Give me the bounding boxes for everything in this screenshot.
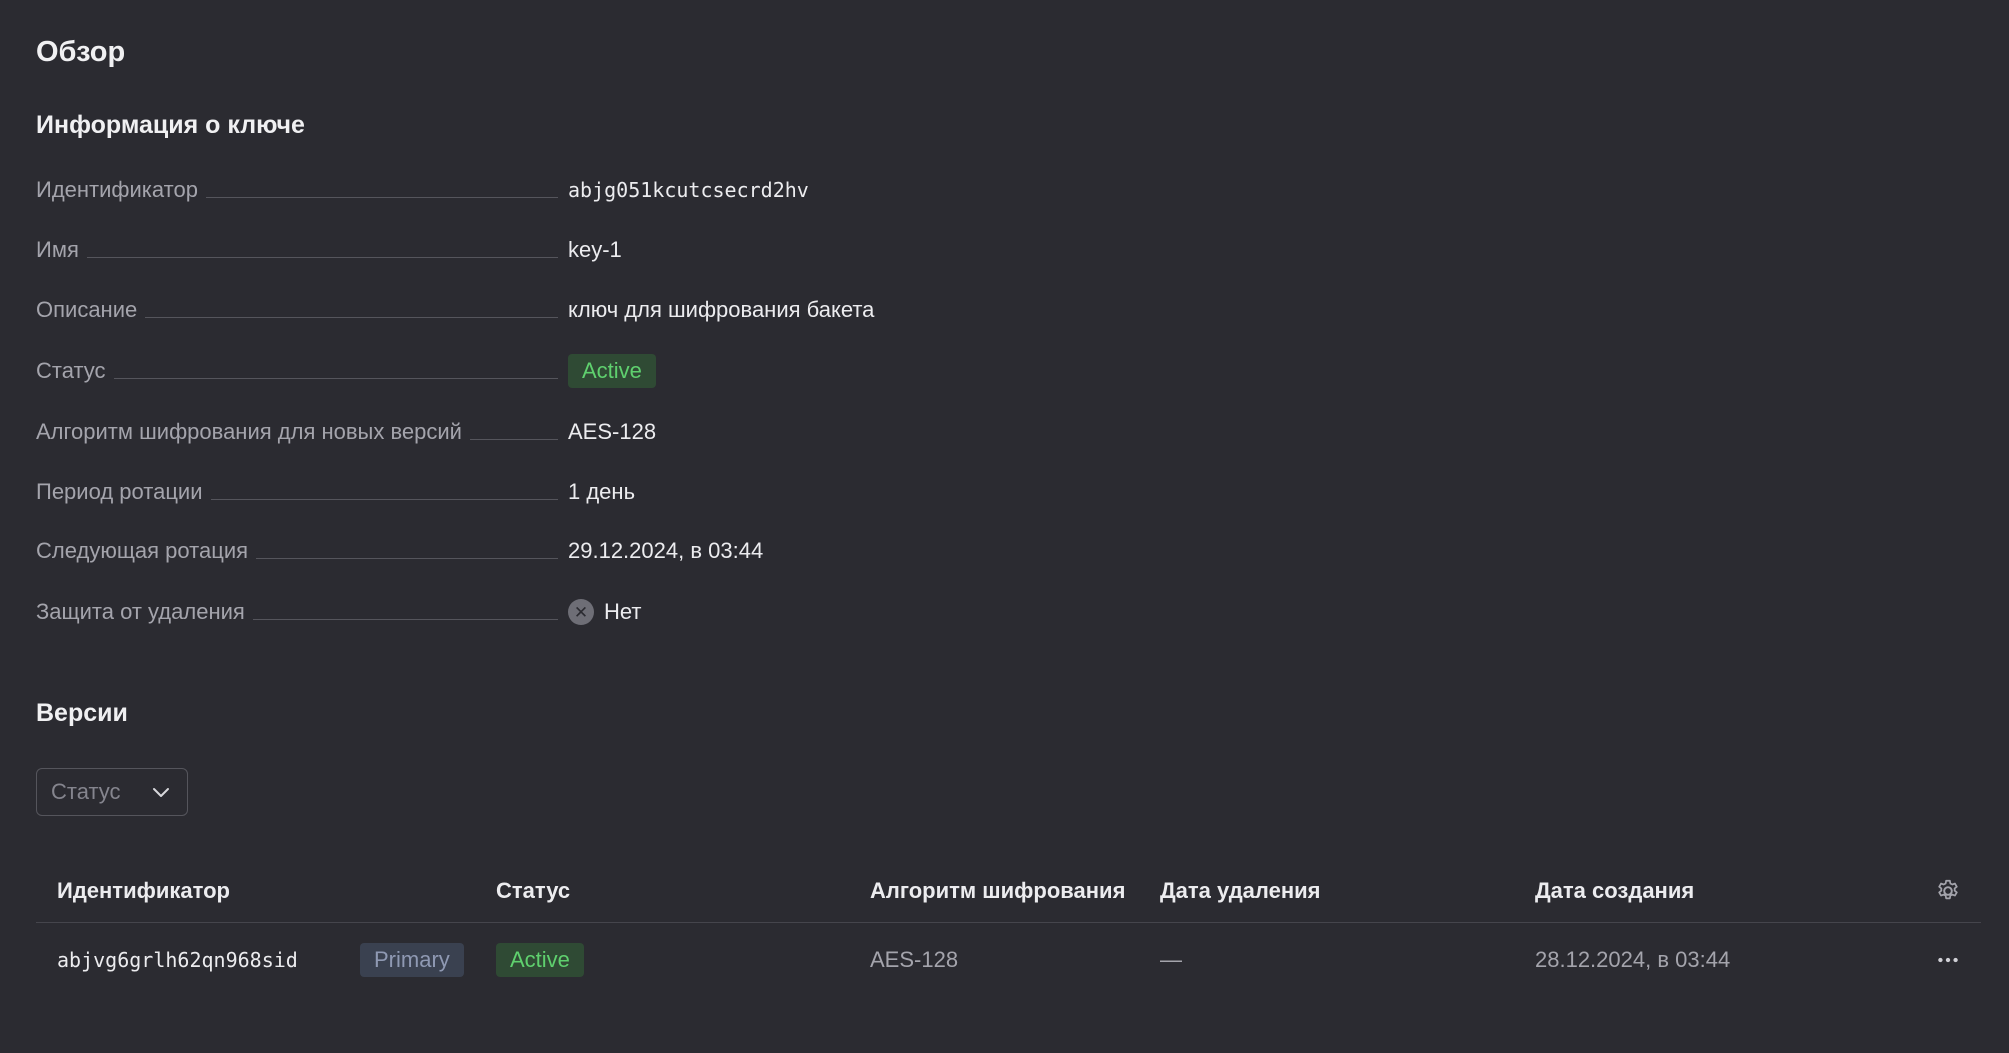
leader-line [205, 196, 558, 198]
version-algorithm: AES-128 [870, 947, 959, 972]
leader-line [210, 498, 558, 500]
key-algorithm-value: AES-128 [568, 419, 657, 444]
key-description-value: ключ для шифрования бакета [568, 297, 875, 322]
primary-badge: Primary [360, 943, 464, 977]
page-title: Обзор [36, 36, 126, 68]
versions-table: Идентификатор Статус Алгоритм шифрования… [36, 860, 1981, 997]
leader-line [469, 438, 558, 440]
column-header-id[interactable]: Идентификатор [57, 860, 230, 922]
leader-line [145, 316, 558, 318]
leader-line [86, 256, 558, 258]
column-header-status[interactable]: Статус [496, 860, 570, 922]
info-row-algorithm: Алгоритм шифрования для новых версий AES… [36, 412, 1236, 452]
info-row-status: Статус Active [36, 351, 1236, 391]
leader-line [113, 377, 558, 379]
column-header-creation-date[interactable]: Дата создания [1535, 860, 1694, 922]
info-label-name: Имя [36, 237, 79, 262]
key-info-title: Информация о ключе [36, 111, 305, 139]
info-row-name: Имя key-1 [36, 230, 1236, 270]
column-header-algorithm[interactable]: Алгоритм шифрования [870, 860, 1125, 922]
version-status-badge: Active [496, 943, 584, 977]
info-row-deletion-protection: Защита от удаления ✕ Нет [36, 592, 1236, 632]
info-row-next-rotation: Следующая ротация 29.12.2024, в 03:44 [36, 531, 1236, 571]
version-id: abjvg6grlh62qn968sid [57, 948, 298, 972]
more-horizontal-icon [1938, 957, 1958, 963]
info-row-id: Идентификатор abjg051kcutcsecrd2hv [36, 170, 1236, 210]
info-label-next-rotation: Следующая ротация [36, 538, 249, 563]
info-label-rotation-period: Период ротации [36, 479, 203, 504]
gear-icon [1938, 879, 1958, 900]
info-label-status: Статус [36, 358, 106, 383]
info-row-rotation-period: Период ротации 1 день [36, 472, 1236, 512]
info-label-description: Описание [36, 297, 138, 322]
next-rotation-value: 29.12.2024, в 03:44 [568, 538, 764, 563]
info-label-deletion-protection: Защита от удаления [36, 599, 245, 624]
info-row-description: Описание ключ для шифрования бакета [36, 290, 1236, 330]
info-label-algorithm: Алгоритм шифрования для новых версий [36, 419, 462, 444]
key-name-value: key-1 [568, 237, 622, 262]
leader-line [252, 618, 558, 620]
status-filter-label: Статус [51, 779, 121, 804]
table-settings-button[interactable] [1935, 860, 1961, 922]
status-filter-select[interactable]: Статус [36, 768, 188, 816]
leader-line [256, 557, 558, 559]
rotation-period-value: 1 день [568, 479, 636, 504]
status-badge: Active [568, 354, 656, 388]
chevron-down-icon [153, 788, 169, 797]
row-actions-button[interactable] [1935, 923, 1961, 997]
versions-title: Версии [36, 699, 128, 727]
info-label-id: Идентификатор [36, 177, 198, 202]
deletion-protection-value: Нет [604, 599, 642, 624]
version-creation-date: 28.12.2024, в 03:44 [1535, 947, 1731, 972]
table-row[interactable]: abjvg6grlh62qn968sid Primary Active AES-… [36, 923, 1981, 997]
column-header-deletion-date[interactable]: Дата удаления [1160, 860, 1321, 922]
x-circle-icon: ✕ [568, 599, 594, 625]
table-header: Идентификатор Статус Алгоритм шифрования… [36, 860, 1981, 923]
version-deletion-date: — [1160, 947, 1182, 972]
key-id-value: abjg051kcutcsecrd2hv [568, 178, 809, 202]
